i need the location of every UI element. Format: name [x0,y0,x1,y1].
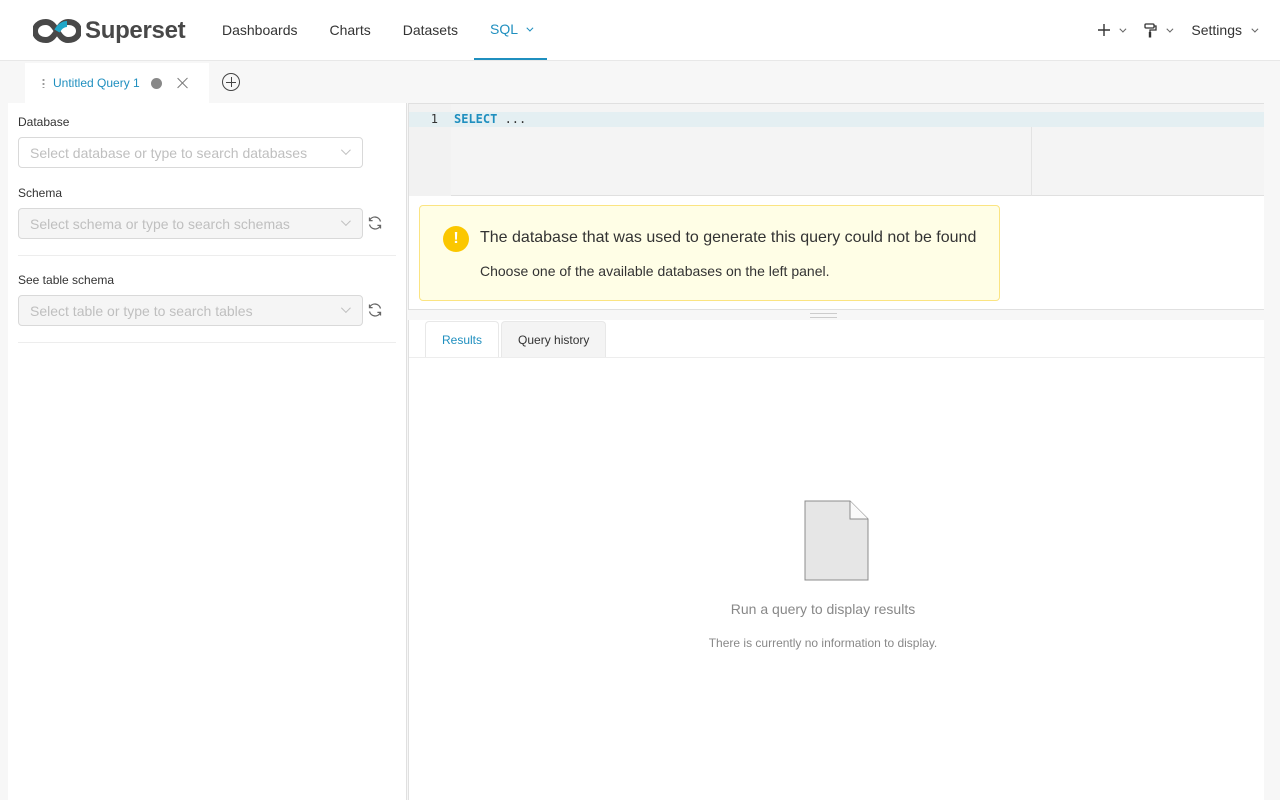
chevron-down-icon [340,145,351,156]
settings-menu[interactable]: Settings [1181,22,1280,38]
results-panel: Results Query history Run a query to dis… [408,320,1265,800]
close-icon[interactable] [177,77,189,89]
tabs-underline [409,357,1265,358]
chevron-down-icon [340,216,351,227]
database-select[interactable]: Select database or type to search databa… [18,137,363,168]
tab-results-label: Results [442,332,483,347]
query-tab[interactable]: Untitled Query 1 [25,63,209,103]
nav-sql-label: SQL [489,21,518,37]
chevron-down-icon [1251,25,1259,33]
empty-state-title: Run a query to display results [730,601,916,617]
schema-placeholder: Select schema or type to search schemas [30,215,290,232]
table-select[interactable]: Select table or type to search tables [18,295,363,326]
tab-query-history[interactable]: Query history [501,321,607,357]
nav-datasets-label: Datasets [402,22,458,38]
alert-area: ! The database that was used to generate… [408,196,1264,310]
query-status-icon [150,77,162,89]
database-label: Database [18,115,70,129]
nav-right: Settings [1088,0,1280,60]
split-resize-handle[interactable] [810,313,837,318]
refresh-schemas-icon[interactable] [367,215,383,231]
alert-title: The database that was used to generate t… [480,229,977,246]
superset-logo-icon [33,18,81,44]
tab-results[interactable]: Results [425,321,500,357]
schema-label: Schema [18,186,63,200]
refresh-tables-icon[interactable] [367,302,383,318]
plus-icon [1098,24,1111,36]
divider [18,255,396,256]
nav-charts-label: Charts [329,22,371,38]
chevron-down-icon [1166,25,1174,33]
table-placeholder: Select table or type to search tables [30,302,253,319]
database-not-found-alert: ! The database that was used to generate… [419,205,1000,301]
sql-rest: ... [497,112,527,126]
paint-roller-icon [1144,22,1158,37]
settings-label: Settings [1191,22,1242,38]
add-tab-icon[interactable] [222,73,240,91]
empty-state-description: There is currently no information to dis… [708,636,938,650]
results-tabs: Results Query history [425,321,608,357]
empty-document-icon [804,500,869,581]
nav-charts[interactable]: Charts [314,0,387,60]
theme-menu-button[interactable] [1134,22,1181,38]
sql-keyword: SELECT [454,112,498,126]
nav-datasets[interactable]: Datasets [387,0,474,60]
superset-logo[interactable]: Superset [33,16,186,46]
left-panel: Database Select database or type to sear… [8,103,407,800]
query-tab-label: Untitled Query 1 [53,76,140,90]
chevron-down-icon [340,303,351,314]
line-number: 1 [430,112,438,126]
warning-icon: ! [443,226,469,252]
chevron-down-icon [1119,25,1127,33]
main-nav: Dashboards Charts Datasets SQL [206,0,547,60]
chevron-down-icon [526,24,534,32]
nav-sql[interactable]: SQL [473,0,547,60]
top-navbar: Superset Dashboards Charts Datasets SQL … [0,0,1280,61]
divider [18,342,396,343]
active-line [409,112,1264,127]
print-margin [1031,127,1032,196]
schema-select[interactable]: Select schema or type to search schemas [18,208,363,239]
query-tabs-bar: Untitled Query 1 [0,61,1280,103]
drag-handle-icon[interactable] [42,78,45,88]
alert-description: Choose one of the available databases on… [480,263,830,279]
tab-query-history-label: Query history [518,332,590,347]
new-menu-button[interactable] [1088,24,1134,36]
nav-dashboards[interactable]: Dashboards [206,0,314,60]
logo-text: Superset [85,17,186,44]
nav-dashboards-label: Dashboards [222,22,298,38]
table-label: See table schema [18,273,115,287]
sql-editor[interactable]: 1 SELECT ... [408,103,1264,197]
code-line[interactable]: SELECT ... [454,112,526,127]
database-placeholder: Select database or type to search databa… [30,144,308,161]
